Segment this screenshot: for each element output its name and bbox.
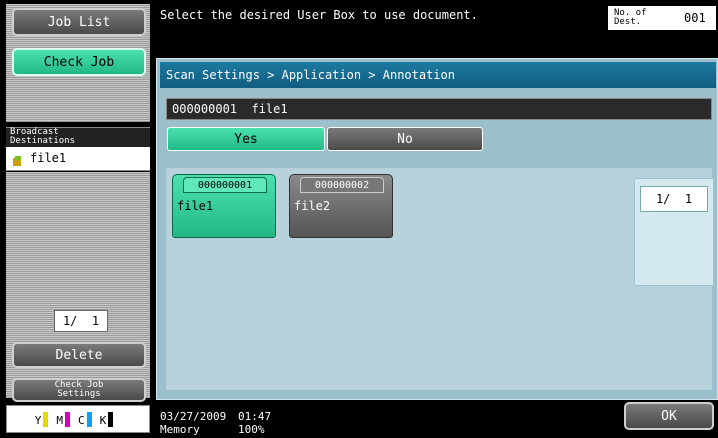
- instruction-message: Select the desired User Box to use docum…: [160, 8, 478, 22]
- user-box-icon: [12, 152, 22, 166]
- user-box-2[interactable]: 000000002 file2: [289, 174, 393, 238]
- toner-m-bar: [65, 411, 70, 427]
- selected-box-label: 000000001 file1: [172, 102, 288, 116]
- toner-m: M: [56, 411, 70, 427]
- memory-label: Memory: [160, 423, 200, 436]
- user-box-2-name: file2: [294, 199, 331, 213]
- toner-c-label: C: [78, 413, 85, 427]
- sidebar-page-indicator: 1/ 1: [54, 310, 108, 332]
- delete-button[interactable]: Delete: [12, 342, 146, 368]
- toner-y-label: Y: [34, 413, 42, 427]
- dest-item-label: file1: [30, 151, 67, 165]
- footer-date: 03/27/2009: [160, 410, 227, 423]
- toner-k: K: [99, 411, 114, 427]
- check-job-settings-button[interactable]: Check Job Settings: [12, 378, 146, 402]
- box-page-indicator: 1/ 1: [640, 186, 708, 212]
- broadcast-header-label: Broadcast Destinations: [10, 127, 76, 146]
- job-list-button[interactable]: Job List: [12, 8, 146, 36]
- toner-k-label: K: [99, 413, 107, 427]
- dest-list-item[interactable]: file1: [6, 147, 150, 171]
- toner-k-bar: [108, 411, 114, 427]
- toner-indicator: Y M C K: [6, 405, 150, 433]
- dest-count-value: 001: [684, 11, 706, 25]
- toner-c-bar: [86, 411, 92, 427]
- breadcrumb: Scan Settings > Application > Annotation: [166, 68, 455, 82]
- footer-time: 01:47: [238, 410, 272, 423]
- dest-count-label: No. of Dest.: [614, 8, 647, 27]
- toner-m-label: M: [56, 413, 63, 427]
- yes-tab[interactable]: Yes: [167, 127, 325, 151]
- toner-y-bar: [43, 411, 49, 427]
- toner-c: C: [78, 411, 92, 427]
- sidebar-dest-area: [6, 172, 150, 294]
- user-box-2-number: 000000002: [300, 177, 384, 193]
- dest-count-box: No. of Dest. 001: [608, 6, 716, 30]
- left-sidebar: Job List Check Job Broadcast Destination…: [0, 0, 152, 438]
- toner-y: Y: [34, 411, 49, 427]
- user-box-1[interactable]: 000000001 file1: [172, 174, 276, 238]
- no-tab[interactable]: No: [327, 127, 483, 151]
- memory-value: 100%: [238, 423, 265, 436]
- ok-button[interactable]: OK: [624, 402, 714, 430]
- user-box-1-name: file1: [177, 199, 214, 213]
- check-job-button[interactable]: Check Job: [12, 48, 146, 76]
- user-box-1-number: 000000001: [183, 177, 267, 193]
